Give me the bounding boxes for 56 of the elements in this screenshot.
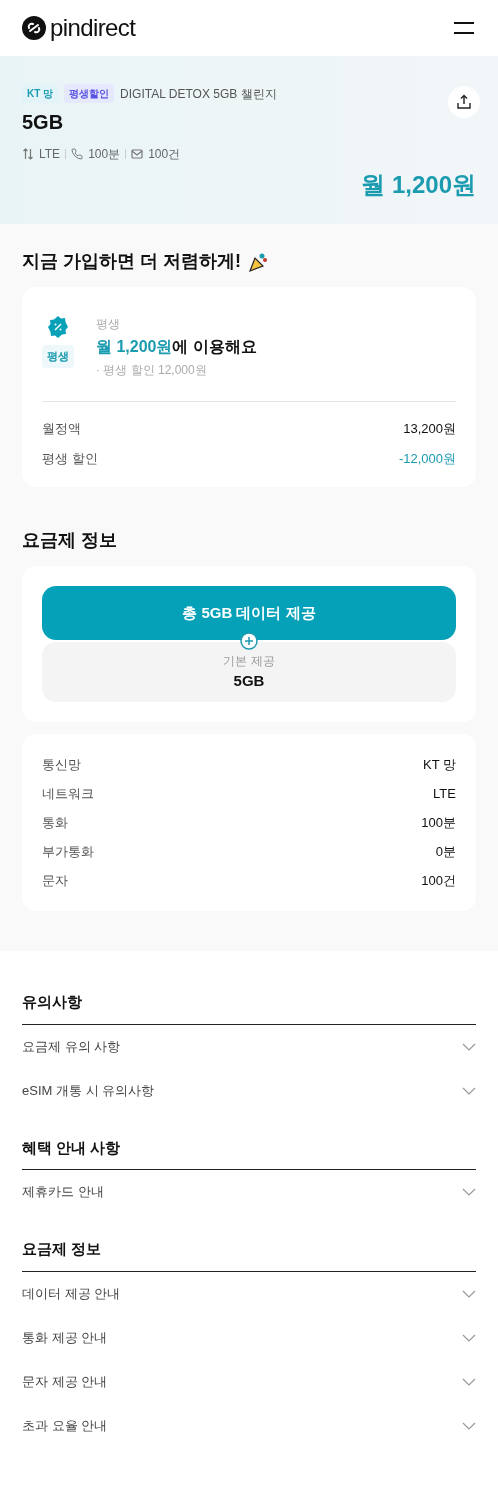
row-value: 13,200원 <box>403 420 456 438</box>
discount-note: · 평생 할인 12,000원 <box>96 362 208 379</box>
chevron-icon <box>462 1289 476 1298</box>
row-value: LTE <box>433 784 456 803</box>
row-label: 평생 할인 <box>42 449 98 468</box>
row-label: 통화 <box>42 813 68 832</box>
group-heading: 유의사항 <box>22 991 476 1025</box>
group-heading: 혜택 안내 사항 <box>22 1136 476 1170</box>
row-value: 0분 <box>435 842 456 861</box>
plan-title: 5GB <box>22 110 65 135</box>
price: 월 1,200원 <box>360 170 476 200</box>
row-label: 네트워크 <box>42 784 94 803</box>
mail-icon <box>131 148 144 160</box>
tag: KT 망 <box>22 84 59 103</box>
logo-icon <box>22 16 46 40</box>
share-button[interactable] <box>448 86 480 118</box>
logo-text: pindirect <box>50 16 136 40</box>
accordion-item[interactable]: 문자 제공 안내 <box>22 1359 476 1404</box>
chevron-icon <box>462 1188 476 1196</box>
badge: 평생 <box>42 345 74 368</box>
accordion-item[interactable]: 요금제 유의 사항 <box>22 1024 476 1069</box>
spec-text: 100건 <box>148 146 181 163</box>
total-data-banner: 총 5GB 데이터 제공 <box>42 586 456 640</box>
accordion-item[interactable]: 초과 요율 안내 <box>22 1403 476 1448</box>
phone-icon <box>71 148 84 160</box>
row-label: 문자 <box>42 871 68 890</box>
row-label: 월정액 <box>42 420 81 438</box>
chevron-icon <box>462 1042 476 1051</box>
group-heading: 요금제 정보 <box>22 1238 476 1272</box>
chevron-icon <box>462 1377 476 1386</box>
discount-icon <box>46 315 70 339</box>
row-value: 100건 <box>421 871 456 890</box>
base-label: 기본 제공 <box>223 652 275 670</box>
row-value: KT 망 <box>423 755 456 774</box>
spec-text: LTE <box>39 146 61 163</box>
section-heading: 지금 가입하면 더 저렴하게! <box>22 250 241 273</box>
spec-text: 100분 <box>88 146 121 163</box>
plan-name: DIGITAL DETOX 5GB 챌린지 <box>120 85 277 103</box>
tag: 평생할인 <box>64 84 115 103</box>
promo-price: 월 1,200원에 이용해요 <box>96 337 257 357</box>
arrows-icon <box>22 148 34 160</box>
share-icon <box>456 94 472 110</box>
base-value: 5GB <box>233 670 265 691</box>
chevron-icon <box>462 1086 476 1095</box>
section-heading: 요금제 정보 <box>22 529 118 552</box>
accordion-item[interactable]: 데이터 제공 안내 <box>22 1271 476 1316</box>
row-label: 부가통화 <box>42 842 94 861</box>
chevron-icon <box>462 1333 476 1342</box>
caption: 평생 <box>96 316 121 333</box>
chevron-icon <box>462 1421 476 1430</box>
accordion-item[interactable]: eSIM 개통 시 유의사항 <box>22 1068 476 1113</box>
row-value: 100분 <box>421 813 456 832</box>
accordion-item[interactable]: 통화 제공 안내 <box>22 1315 476 1360</box>
row-value: -12,000원 <box>398 449 456 468</box>
accordion-item[interactable]: 제휴카드 안내 <box>22 1170 476 1214</box>
row-label: 통신망 <box>42 755 81 774</box>
